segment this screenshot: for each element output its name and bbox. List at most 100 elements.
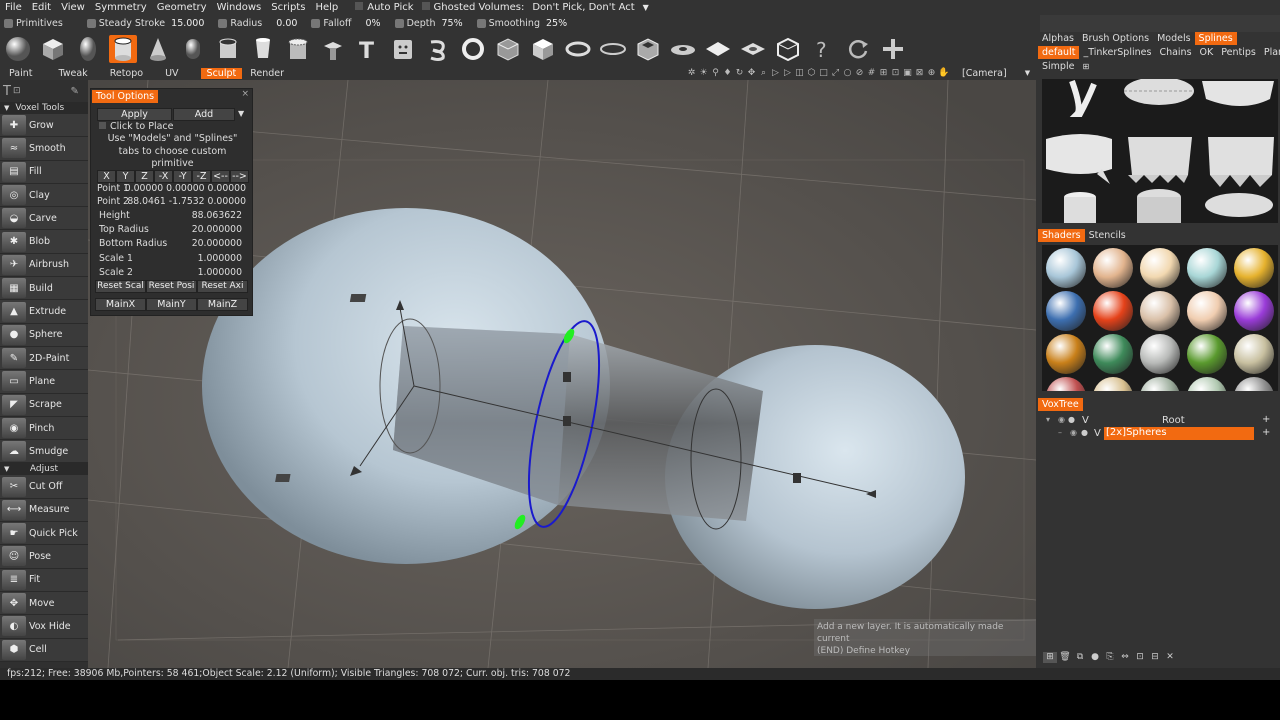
folder-icon[interactable]: ⊞ bbox=[1078, 60, 1093, 73]
gear-primitive-icon[interactable] bbox=[284, 35, 312, 63]
layer-label[interactable]: [2x]Spheres bbox=[1104, 427, 1254, 440]
mainx-button[interactable]: MainX bbox=[95, 298, 146, 311]
tool-clay[interactable]: ◎ Clay bbox=[0, 183, 88, 208]
steady-stroke-option[interactable]: Steady Stroke 15.000 bbox=[86, 18, 204, 29]
tool-move[interactable]: ✥ Move bbox=[0, 591, 88, 616]
lens-primitive-icon[interactable] bbox=[739, 35, 767, 63]
tab-simple[interactable]: Simple bbox=[1038, 60, 1078, 73]
shader-ball[interactable] bbox=[1046, 377, 1086, 391]
shader-ball[interactable] bbox=[1234, 291, 1274, 331]
scale2-value[interactable]: 1.000000 bbox=[198, 267, 242, 278]
root-label[interactable]: Root bbox=[1162, 415, 1185, 426]
bolt-primitive-icon[interactable] bbox=[319, 35, 347, 63]
menu-file[interactable]: File bbox=[0, 2, 27, 13]
shader-ball[interactable] bbox=[1234, 334, 1274, 374]
view-icon[interactable]: ▷ bbox=[782, 68, 793, 79]
layer-visible-flag[interactable]: V bbox=[1094, 428, 1101, 439]
pencil-icon[interactable]: ✎ bbox=[71, 86, 79, 97]
menu-help[interactable]: Help bbox=[310, 2, 343, 13]
close-icon[interactable]: × bbox=[241, 89, 249, 99]
shader-grid[interactable] bbox=[1042, 245, 1278, 391]
reset-scale-button[interactable]: Reset Scal bbox=[95, 280, 146, 293]
settings-icon[interactable]: ✕ bbox=[1163, 652, 1177, 663]
capsule-primitive-icon[interactable] bbox=[179, 35, 207, 63]
tab-chains[interactable]: Chains bbox=[1155, 46, 1195, 59]
light-icon[interactable]: ✲ bbox=[686, 68, 697, 79]
smoothing-option[interactable]: Smoothing 25% bbox=[476, 18, 567, 29]
tab-shaders[interactable]: Shaders bbox=[1038, 229, 1085, 242]
torus-primitive-icon[interactable] bbox=[459, 35, 487, 63]
circle-icon[interactable]: ○ bbox=[842, 68, 853, 79]
tool-grow[interactable]: ✚ Grow bbox=[0, 114, 88, 138]
tool-quick-pick[interactable]: ☛ Quick Pick bbox=[0, 522, 88, 546]
shader-ball[interactable] bbox=[1140, 377, 1180, 391]
ellipsoid-primitive-icon[interactable] bbox=[74, 35, 102, 63]
shader-ball[interactable] bbox=[1046, 334, 1086, 374]
tool-sphere[interactable]: ● Sphere bbox=[0, 323, 88, 347]
axis-button[interactable]: -Z bbox=[192, 170, 211, 183]
add-child-icon[interactable]: + bbox=[1262, 427, 1270, 438]
tool-pinch[interactable]: ◉ Pinch bbox=[0, 416, 88, 441]
split-icon[interactable]: ⊞ bbox=[878, 68, 889, 79]
grid-icon[interactable]: # bbox=[866, 68, 877, 79]
reset-icon[interactable] bbox=[844, 35, 872, 63]
expand-icon[interactable]: ⤢ bbox=[830, 68, 841, 79]
fit-icon[interactable]: ◫ bbox=[794, 68, 805, 79]
tool-blob[interactable]: ✱ Blob bbox=[0, 230, 88, 254]
tool-measure[interactable]: ⟷ Measure bbox=[0, 498, 88, 523]
shader-ball[interactable] bbox=[1093, 334, 1133, 374]
tool-build[interactable]: ▦ Build bbox=[0, 277, 88, 301]
tool-smooth[interactable]: ≈ Smooth bbox=[0, 137, 88, 161]
tab-ok[interactable]: OK bbox=[1196, 46, 1218, 59]
help-icon[interactable]: ? bbox=[809, 35, 837, 63]
shader-ball[interactable] bbox=[1187, 334, 1227, 374]
tab-retopo[interactable]: Retopo bbox=[104, 68, 149, 79]
add-layer-icon[interactable]: ⊞ bbox=[1043, 652, 1057, 663]
tab-voxtree[interactable]: VoxTree bbox=[1038, 398, 1083, 411]
tab-default[interactable]: default bbox=[1038, 46, 1080, 59]
tab-alphas[interactable]: Alphas bbox=[1038, 32, 1078, 45]
tab-brush-options[interactable]: Brush Options bbox=[1078, 32, 1153, 45]
options-icon[interactable]: ⊟ bbox=[1148, 652, 1162, 663]
tool-smudge[interactable]: ☁ Smudge bbox=[0, 440, 88, 464]
ngon-primitive-icon[interactable] bbox=[249, 35, 277, 63]
top-radius-value[interactable]: 20.000000 bbox=[192, 224, 242, 235]
ring-primitive-icon[interactable] bbox=[564, 35, 592, 63]
tool-cut-off[interactable]: ✂ Cut Off bbox=[0, 475, 88, 499]
tool-extrude[interactable]: ▲ Extrude bbox=[0, 300, 88, 324]
section-adjust[interactable]: ▼ Adjust bbox=[0, 463, 88, 476]
axis-button[interactable]: Y bbox=[116, 170, 135, 183]
apply-button[interactable]: Apply bbox=[97, 108, 172, 121]
play-icon[interactable]: ▷ bbox=[770, 68, 781, 79]
shader-ball[interactable] bbox=[1140, 334, 1180, 374]
spline-thumbnails[interactable] bbox=[1042, 79, 1278, 223]
tab-uv[interactable]: UV bbox=[159, 68, 184, 79]
add-icon[interactable] bbox=[879, 35, 907, 63]
menu-scripts[interactable]: Scripts bbox=[266, 2, 310, 13]
tab-tinker-splines[interactable]: _TinkerSplines bbox=[1079, 46, 1155, 59]
no-icon[interactable]: ⊘ bbox=[854, 68, 865, 79]
cone-primitive-icon[interactable] bbox=[144, 35, 172, 63]
axis-button[interactable]: X bbox=[97, 170, 116, 183]
grab-icon[interactable]: ✋ bbox=[938, 68, 949, 79]
axis-button[interactable]: -Y bbox=[173, 170, 192, 183]
primitives-menu[interactable]: Primitives bbox=[4, 18, 63, 29]
spiral-primitive-icon[interactable] bbox=[424, 35, 452, 63]
tab-sculpt[interactable]: Sculpt bbox=[200, 67, 243, 79]
box-primitive-icon[interactable] bbox=[529, 35, 557, 63]
tool-pose[interactable]: ☺ Pose bbox=[0, 545, 88, 569]
tool-vox-hide[interactable]: ◐ Vox Hide bbox=[0, 615, 88, 639]
head-primitive-icon[interactable] bbox=[389, 35, 417, 63]
nav-icon[interactable]: ⊕ bbox=[926, 68, 937, 79]
tab-render[interactable]: Render bbox=[244, 68, 290, 79]
hollow-box-primitive-icon[interactable] bbox=[634, 35, 662, 63]
tab-stencils[interactable]: Stencils bbox=[1085, 229, 1130, 242]
shader-ball[interactable] bbox=[1234, 377, 1274, 391]
copy-icon[interactable]: ⎘ bbox=[1103, 652, 1117, 663]
depth-option[interactable]: Depth 75% bbox=[394, 18, 463, 29]
shader-ball[interactable] bbox=[1093, 291, 1133, 331]
bottom-radius-value[interactable]: 20.000000 bbox=[192, 238, 242, 249]
camera-select[interactable]: [Camera] ▼ bbox=[962, 66, 1036, 80]
tree-expand-icon[interactable]: ▾ bbox=[1046, 415, 1050, 424]
tab-models[interactable]: Models bbox=[1153, 32, 1194, 45]
